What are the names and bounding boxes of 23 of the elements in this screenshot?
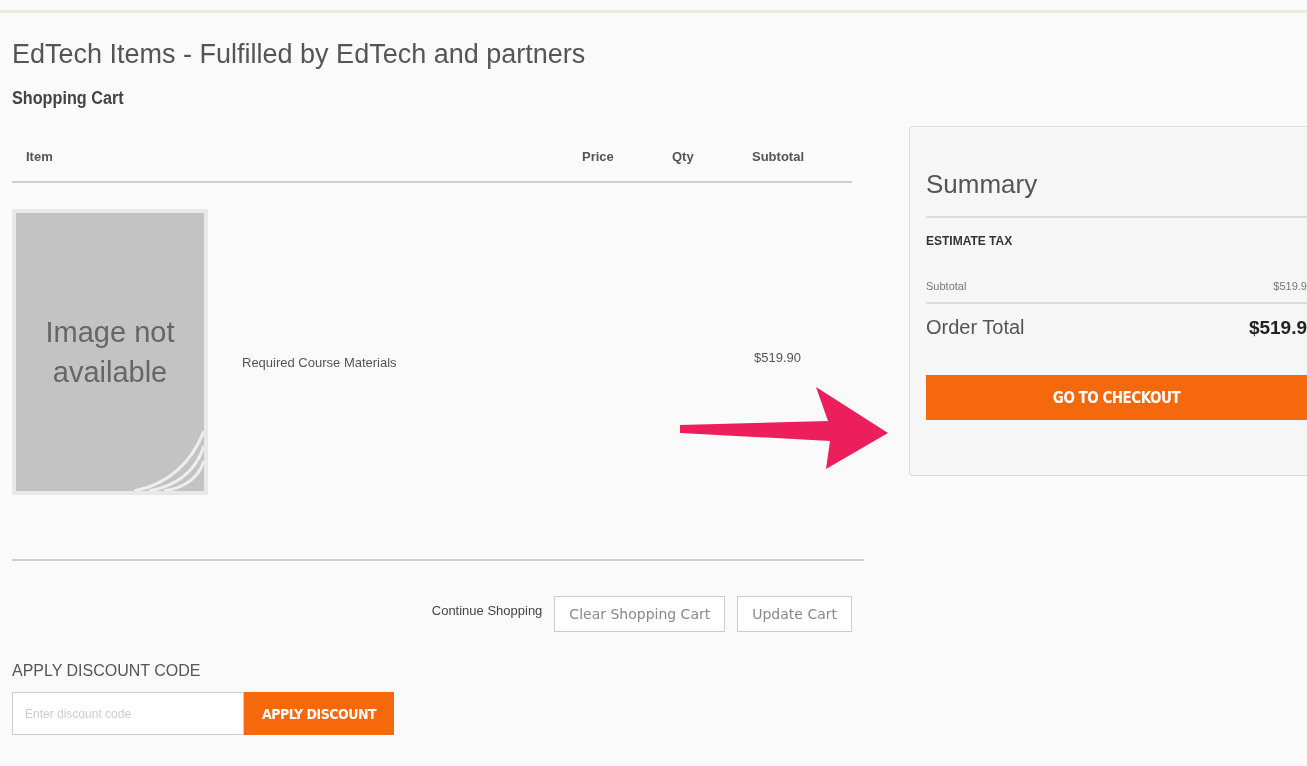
subtotal-label: Subtotal: [926, 280, 967, 292]
column-header: Subtotal: [752, 149, 805, 164]
column-header: Item: [26, 149, 54, 164]
cart-button[interactable]: Clear Shopping Cart: [554, 596, 726, 632]
order-total-value: $519.9: [1248, 316, 1307, 339]
subtotal-value: $519.9: [1273, 280, 1307, 292]
column-header: Price: [582, 149, 615, 164]
corner-curl-icon: [134, 431, 204, 491]
order-total-label: Order Total: [926, 316, 1025, 339]
item-subtotal: $519.90: [754, 349, 802, 365]
column-header: Qty: [672, 149, 695, 164]
cart-heading: Shopping Cart: [12, 88, 125, 109]
apply-discount-button[interactable]: APPLY DISCOUNT: [244, 692, 395, 735]
summary-title: Summary: [926, 169, 1307, 218]
arrow-icon: [678, 385, 890, 471]
checkout-button[interactable]: GO TO CHECKOUT: [926, 375, 1307, 420]
cart-button[interactable]: Update Cart: [737, 596, 852, 632]
item-name: Required Course Materials: [242, 354, 398, 370]
discount-label: APPLY DISCOUNT CODE: [12, 662, 202, 680]
placeholder-text: Image not available: [44, 315, 176, 390]
page-title: EdTech Items - Fulfilled by EdTech and partners: [12, 39, 587, 70]
estimate-tax-toggle[interactable]: ESTIMATE TAX: [926, 234, 1307, 248]
continue-shopping-link[interactable]: Continue Shopping: [431, 602, 543, 618]
